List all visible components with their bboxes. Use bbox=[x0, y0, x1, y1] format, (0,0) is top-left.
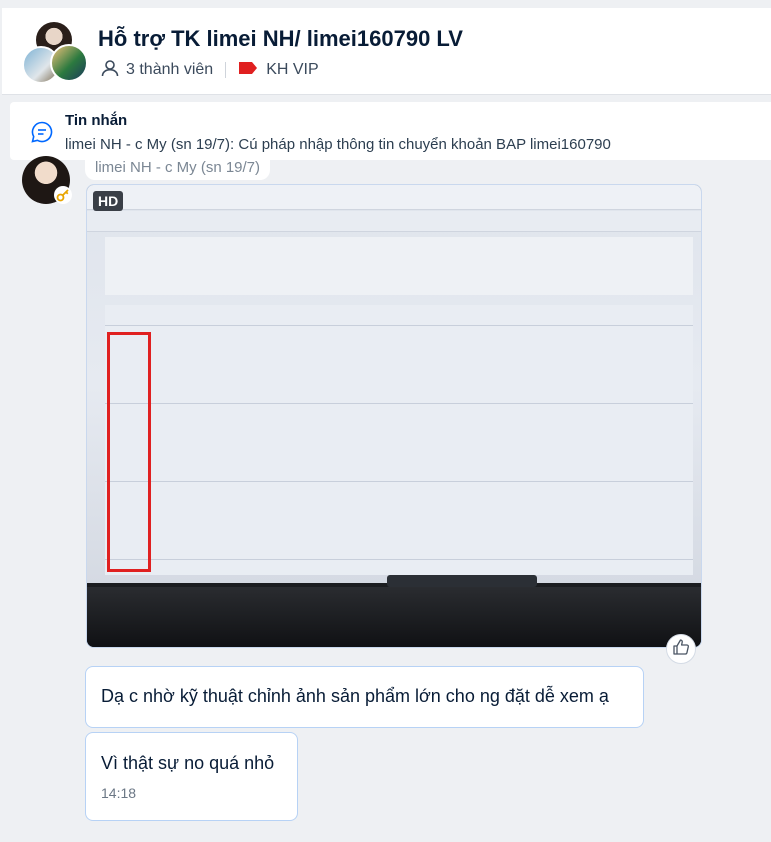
like-button[interactable] bbox=[666, 634, 696, 664]
members-count[interactable]: 3 thành viên bbox=[126, 61, 213, 79]
member-avatar bbox=[50, 44, 88, 82]
key-icon bbox=[54, 186, 72, 204]
members-icon bbox=[100, 58, 120, 83]
message-text: Dạ c nhờ kỹ thuật chỉnh ảnh sản phẩm lớn… bbox=[101, 686, 609, 706]
photo-screen-content bbox=[87, 185, 701, 587]
message-circle-icon bbox=[30, 120, 54, 144]
pinned-title: Tin nhắn bbox=[65, 112, 128, 129]
conversation-title[interactable]: Hỗ trợ TK limei NH/ limei160790 LV bbox=[98, 26, 463, 52]
group-avatar[interactable] bbox=[22, 20, 88, 84]
highlight-box bbox=[107, 332, 151, 572]
message-bubble[interactable]: Vì thật sự no quá nhỏ 14:18 bbox=[85, 732, 298, 821]
pinned-text: limei NH - c My (sn 19/7): Cú pháp nhập … bbox=[65, 136, 611, 153]
message-time: 14:18 bbox=[101, 785, 137, 801]
photo-foreground bbox=[87, 587, 701, 647]
message-text: Vì thật sự no quá nhỏ bbox=[101, 753, 275, 773]
thumbs-up-icon bbox=[672, 638, 690, 661]
hd-badge: HD bbox=[93, 191, 124, 211]
label-tag[interactable]: KH VIP bbox=[266, 61, 318, 79]
conversation-header: Hỗ trợ TK limei NH/ limei160790 LV 3 thà… bbox=[2, 8, 771, 95]
message-bubble[interactable]: Dạ c nhờ kỹ thuật chỉnh ảnh sản phẩm lớn… bbox=[85, 666, 644, 728]
top-strip bbox=[0, 0, 771, 8]
image-message[interactable]: HD bbox=[86, 184, 702, 648]
sender-name: limei NH - c My (sn 19/7) bbox=[85, 158, 271, 180]
pinned-message[interactable]: Tin nhắn limei NH - c My (sn 19/7): Cú p… bbox=[10, 102, 771, 160]
taskbar bbox=[387, 575, 537, 587]
divider bbox=[225, 62, 227, 78]
label-tag-icon bbox=[238, 61, 258, 80]
conversation-meta: 3 thành viên KH VIP bbox=[100, 59, 319, 81]
